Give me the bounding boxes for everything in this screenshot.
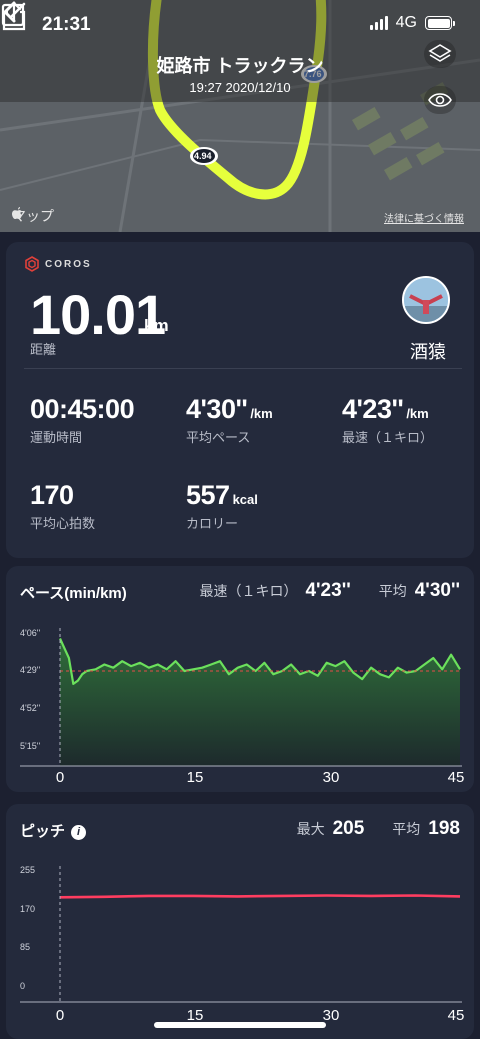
cadence-chart: 255 170 85 0 0 15 30 45 <box>20 865 465 1024</box>
page-subtitle: 19:27 2020/12/10 <box>189 80 291 95</box>
x-tick-label: 30 <box>323 1007 340 1024</box>
pace-area <box>60 638 460 766</box>
layers-button[interactable] <box>424 40 456 68</box>
stat-value: 557 <box>186 480 230 510</box>
y-tick-label: 5'15'' <box>20 741 40 751</box>
y-tick-label: 4'06'' <box>20 628 40 638</box>
route-map[interactable]: 4.94 7.76 21:31 4G 姫路市 トラックラン 19:27 2020… <box>0 0 480 232</box>
stat-value: 4'23'' <box>342 394 404 424</box>
page-title: 姫路市 トラックラン <box>156 56 324 76</box>
apple-maps-logo: マップ <box>12 206 54 226</box>
coros-logo-icon <box>25 256 39 272</box>
x-tick-label: 15 <box>187 769 204 786</box>
distance-unit: km <box>144 316 169 335</box>
apple-icon <box>12 207 22 219</box>
pace-card[interactable]: ペース(min/km) 最速（１キロ） 4'23'' 平均 4'30'' 4'0… <box>6 566 474 792</box>
pace-chart: 4'06'' 4'29'' 4'52'' 5'15'' 0 15 30 45 <box>20 628 465 786</box>
stat-value: 00:45:00 <box>30 394 135 424</box>
share-icon[interactable] <box>0 0 28 32</box>
stat-avg-heart-rate: 170 平均心拍数 <box>30 480 95 532</box>
stat-label: 運動時間 <box>30 430 83 445</box>
username: 酒猿 <box>410 342 446 362</box>
stat-label: カロリー <box>186 516 239 531</box>
cadence-line <box>59 894 461 899</box>
avatar[interactable] <box>402 276 450 324</box>
x-tick-label: 0 <box>56 1007 64 1024</box>
distance-label: 距離 <box>30 342 57 357</box>
stat-fastest-km: 4'23''/km 最速（１キロ） <box>342 394 433 446</box>
summary-card: COROS 10.01 km 距離 酒猿 00:45:00 運動時間 4'30'… <box>6 242 474 558</box>
y-tick-label: 4'52'' <box>20 703 40 713</box>
x-tick-label: 45 <box>448 1007 465 1024</box>
stat-unit: /km <box>250 406 273 421</box>
x-tick-label: 30 <box>323 769 340 786</box>
x-tick-label: 45 <box>448 769 465 786</box>
y-tick-label: 170 <box>20 904 35 914</box>
y-tick-label: 85 <box>20 942 30 952</box>
layers-icon <box>428 44 452 62</box>
signal-icon <box>369 16 388 30</box>
stat-unit: kcal <box>232 492 258 507</box>
y-tick-label: 0 <box>20 981 25 991</box>
stat-avg-pace: 4'30''/km 平均ペース <box>186 394 273 446</box>
y-tick-label: 255 <box>20 865 35 875</box>
cadence-card[interactable]: ピッチ i 最大 205 平均 198 255 170 85 0 0 15 30 … <box>6 804 474 1039</box>
home-indicator[interactable] <box>154 1022 326 1028</box>
visibility-button[interactable] <box>424 86 456 114</box>
stat-duration: 00:45:00 運動時間 <box>30 394 135 446</box>
divider <box>24 368 462 369</box>
x-tick-label: 0 <box>56 769 64 786</box>
legal-link[interactable]: 法律に基づく情報 <box>384 210 464 225</box>
coros-logo: COROS <box>24 256 92 272</box>
stat-value: 4'30'' <box>186 394 248 424</box>
stat-label: 平均心拍数 <box>30 516 96 531</box>
y-tick-label: 4'29'' <box>20 665 40 675</box>
distance-value: 10.01 <box>30 283 166 346</box>
eye-icon <box>428 93 452 107</box>
brand-name: COROS <box>45 258 92 270</box>
network-label: 4G <box>395 14 417 31</box>
marker-a-label: 4.94 <box>194 151 212 161</box>
status-time: 21:31 <box>42 14 91 35</box>
stat-unit: /km <box>406 406 429 421</box>
stat-label: 最速（１キロ） <box>342 430 434 445</box>
avatar-image <box>404 278 448 322</box>
stat-calories: 557 kcal カロリー <box>186 480 258 532</box>
battery-icon <box>425 16 455 30</box>
stat-value: 170 <box>30 480 74 510</box>
stat-label: 平均ペース <box>186 430 251 445</box>
status-indicators: 4G <box>369 14 455 32</box>
